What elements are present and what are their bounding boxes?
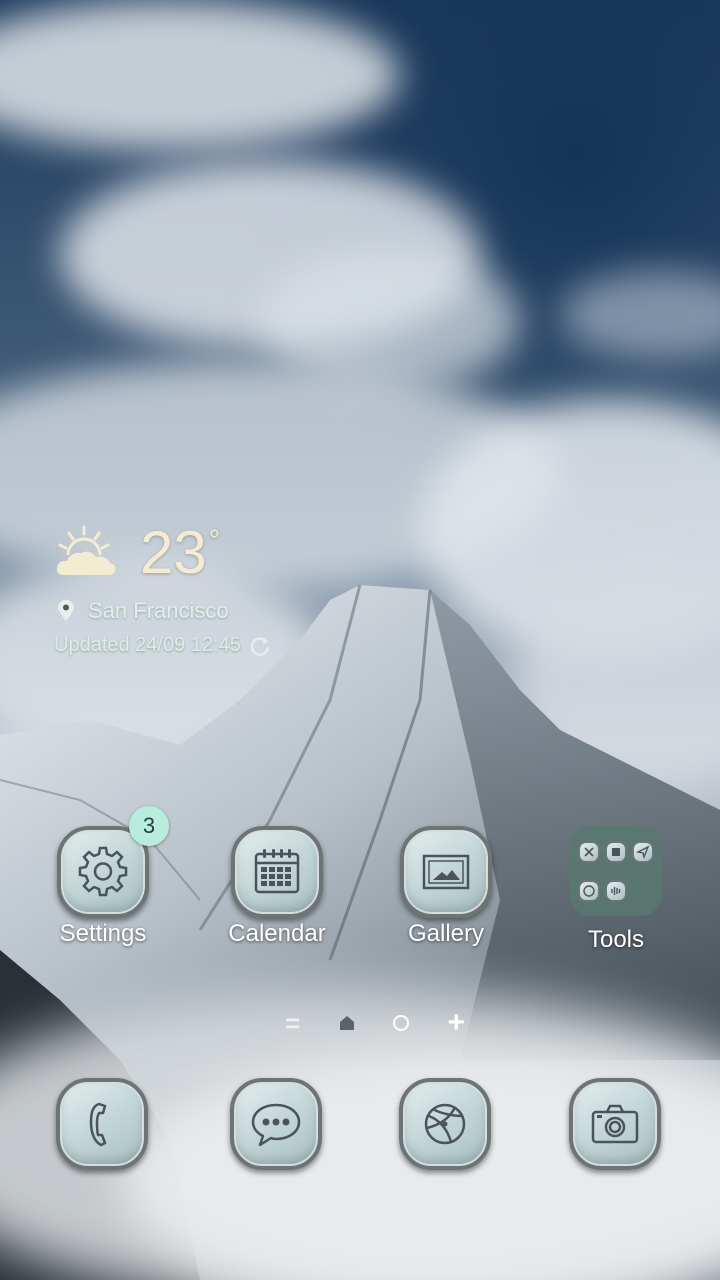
dock-camera[interactable]: [569, 1078, 661, 1170]
browser-icon: [424, 1103, 466, 1145]
app-calendar[interactable]: Calendar: [202, 826, 352, 948]
degree-symbol: °: [208, 524, 220, 555]
picture-icon: [422, 854, 470, 890]
send-mini-icon: [631, 840, 654, 863]
notification-badge: 3: [129, 806, 169, 846]
calendar-app-icon[interactable]: [231, 826, 323, 918]
current-page-dot[interactable]: [393, 1015, 410, 1031]
phone-icon: [89, 1102, 107, 1147]
calendar-icon: [254, 849, 300, 894]
gallery-app-icon[interactable]: [400, 826, 492, 918]
dock-phone[interactable]: [56, 1078, 148, 1170]
app-settings[interactable]: 3 Settings: [28, 806, 178, 948]
weather-widget[interactable]: 23° San Francisco Updated 24/09 12:45: [54, 520, 271, 657]
temperature: 23°: [140, 519, 220, 586]
updated-time: Updated 24/09 12:45: [54, 634, 241, 656]
camera-app-icon[interactable]: [569, 1078, 661, 1170]
clock-mini-icon: [578, 879, 601, 902]
tools-mini-icon: [578, 840, 601, 863]
app-label: Settings: [59, 920, 147, 947]
music-mini-icon: [604, 840, 627, 863]
messages-icon: [251, 1103, 301, 1147]
app-label: Tools: [587, 926, 645, 953]
folder-icon[interactable]: [570, 826, 662, 916]
voice-mini-icon: [604, 879, 627, 902]
phone-app-icon[interactable]: [56, 1078, 148, 1170]
menu-icon[interactable]: =: [285, 1010, 300, 1036]
app-gallery[interactable]: Gallery: [371, 826, 521, 948]
partly-cloudy-icon: [56, 525, 116, 575]
app-folder-tools[interactable]: Tools: [541, 826, 691, 954]
page-indicator[interactable]: = +: [285, 1008, 465, 1038]
location-pin-icon: [58, 600, 74, 621]
refresh-icon[interactable]: [249, 635, 271, 657]
home-icon[interactable]: [339, 1015, 355, 1031]
settings-app-icon[interactable]: 3: [57, 806, 169, 918]
gear-icon: [78, 846, 128, 897]
app-label: Calendar: [228, 920, 326, 947]
dock-browser[interactable]: [399, 1078, 491, 1170]
dock-messages[interactable]: [230, 1078, 322, 1170]
add-page-icon[interactable]: +: [447, 1008, 465, 1038]
browser-app-icon[interactable]: [399, 1078, 491, 1170]
app-label: Gallery: [407, 920, 485, 947]
city-name: San Francisco: [88, 598, 229, 623]
messages-app-icon[interactable]: [230, 1078, 322, 1170]
camera-icon: [591, 1104, 639, 1144]
